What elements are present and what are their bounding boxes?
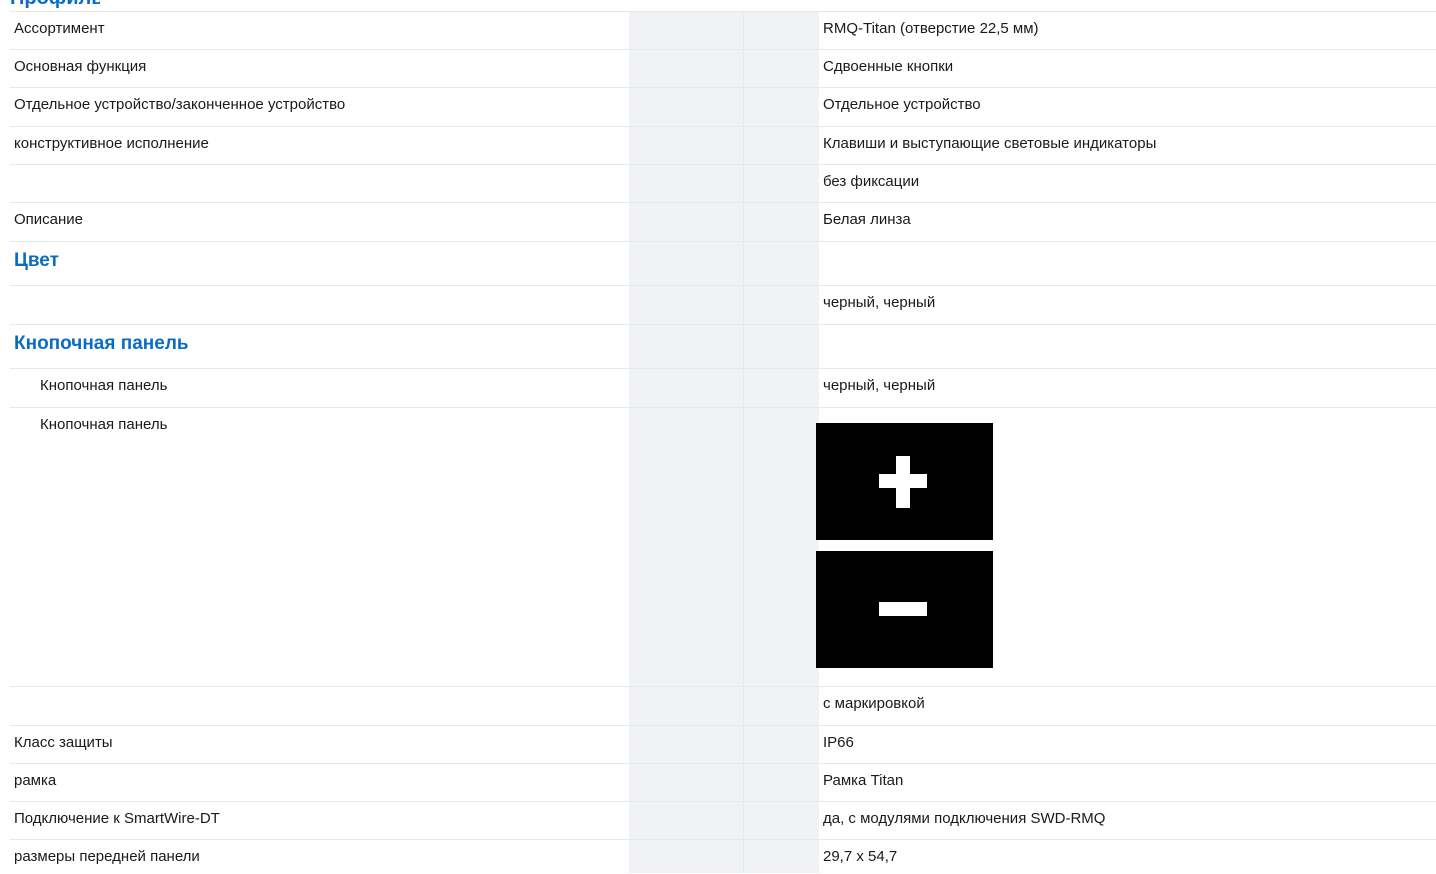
table-row: Класс защиты IP66 — [10, 725, 1436, 764]
row-value: черный, черный — [823, 294, 936, 311]
row-label: Кнопочная панель — [40, 377, 168, 394]
section-header-panel: Кнопочная панель — [10, 324, 1436, 369]
page-heading: Профиль — [10, 0, 100, 11]
table-row: с маркировкой — [10, 686, 1436, 726]
page-heading-text: Профиль — [10, 0, 100, 11]
row-value: Сдвоенные кнопки — [823, 58, 954, 75]
row-value: 29,7 x 54,7 — [823, 848, 898, 865]
table-row: Описание Белая линза — [10, 202, 1436, 242]
table-row: Подключение к SmartWire-DT да, с модулям… — [10, 801, 1436, 840]
row-value: IP66 — [823, 734, 854, 751]
row-label: конструктивное исполнение — [14, 135, 209, 152]
table-row: рамка Рамка Titan — [10, 763, 1436, 802]
section-title: Цвет — [14, 250, 59, 271]
row-label: размеры передней панели — [14, 848, 200, 865]
row-label: Кнопочная панель — [40, 416, 168, 433]
section-header-color: Цвет — [10, 241, 1436, 286]
table-row: Кнопочная панель — [10, 407, 1436, 687]
row-label: Описание — [14, 211, 84, 228]
row-value: с маркировкой — [823, 695, 925, 712]
table-row: Ассортимент RMQ-Titan (отверстие 22,5 мм… — [10, 11, 1436, 50]
row-label: Отдельное устройство/законченное устройс… — [14, 96, 346, 113]
row-value: RMQ-Titan (отверстие 22,5 мм) — [823, 20, 1039, 37]
row-label: Основная функция — [14, 58, 147, 75]
row-value: Рамка Titan — [823, 772, 904, 789]
row-value: черный, черный — [823, 377, 936, 394]
minus-icon — [816, 551, 993, 668]
row-value: Белая линза — [823, 211, 911, 228]
row-label: Подключение к SmartWire-DT — [14, 810, 220, 827]
row-label: Ассортимент — [14, 20, 105, 37]
row-label: рамка — [14, 772, 57, 789]
section-title: Кнопочная панель — [14, 333, 189, 354]
row-value: без фиксации — [823, 173, 920, 190]
table-row: без фиксации — [10, 164, 1436, 203]
table-row: размеры передней панели 29,7 x 54,7 — [10, 839, 1436, 874]
spec-table-page: Профиль Ассортимент RMQ-Titan (отверстие… — [0, 0, 1436, 873]
table-row: конструктивное исполнение Клавиши и выст… — [10, 126, 1436, 165]
plus-icon — [816, 423, 993, 540]
row-label: Класс защиты — [14, 734, 113, 751]
row-value: да, с модулями подключения SWD-RMQ — [823, 810, 1106, 827]
row-value: Клавиши и выступающие световые индикатор… — [823, 135, 1157, 152]
table-row: Отдельное устройство/законченное устройс… — [10, 87, 1436, 127]
table-row: Основная функция Сдвоенные кнопки — [10, 49, 1436, 88]
row-value: Отдельное устройство — [823, 96, 981, 113]
table-row: Кнопочная панель черный, черный — [10, 368, 1436, 408]
table-row: черный, черный — [10, 285, 1436, 325]
